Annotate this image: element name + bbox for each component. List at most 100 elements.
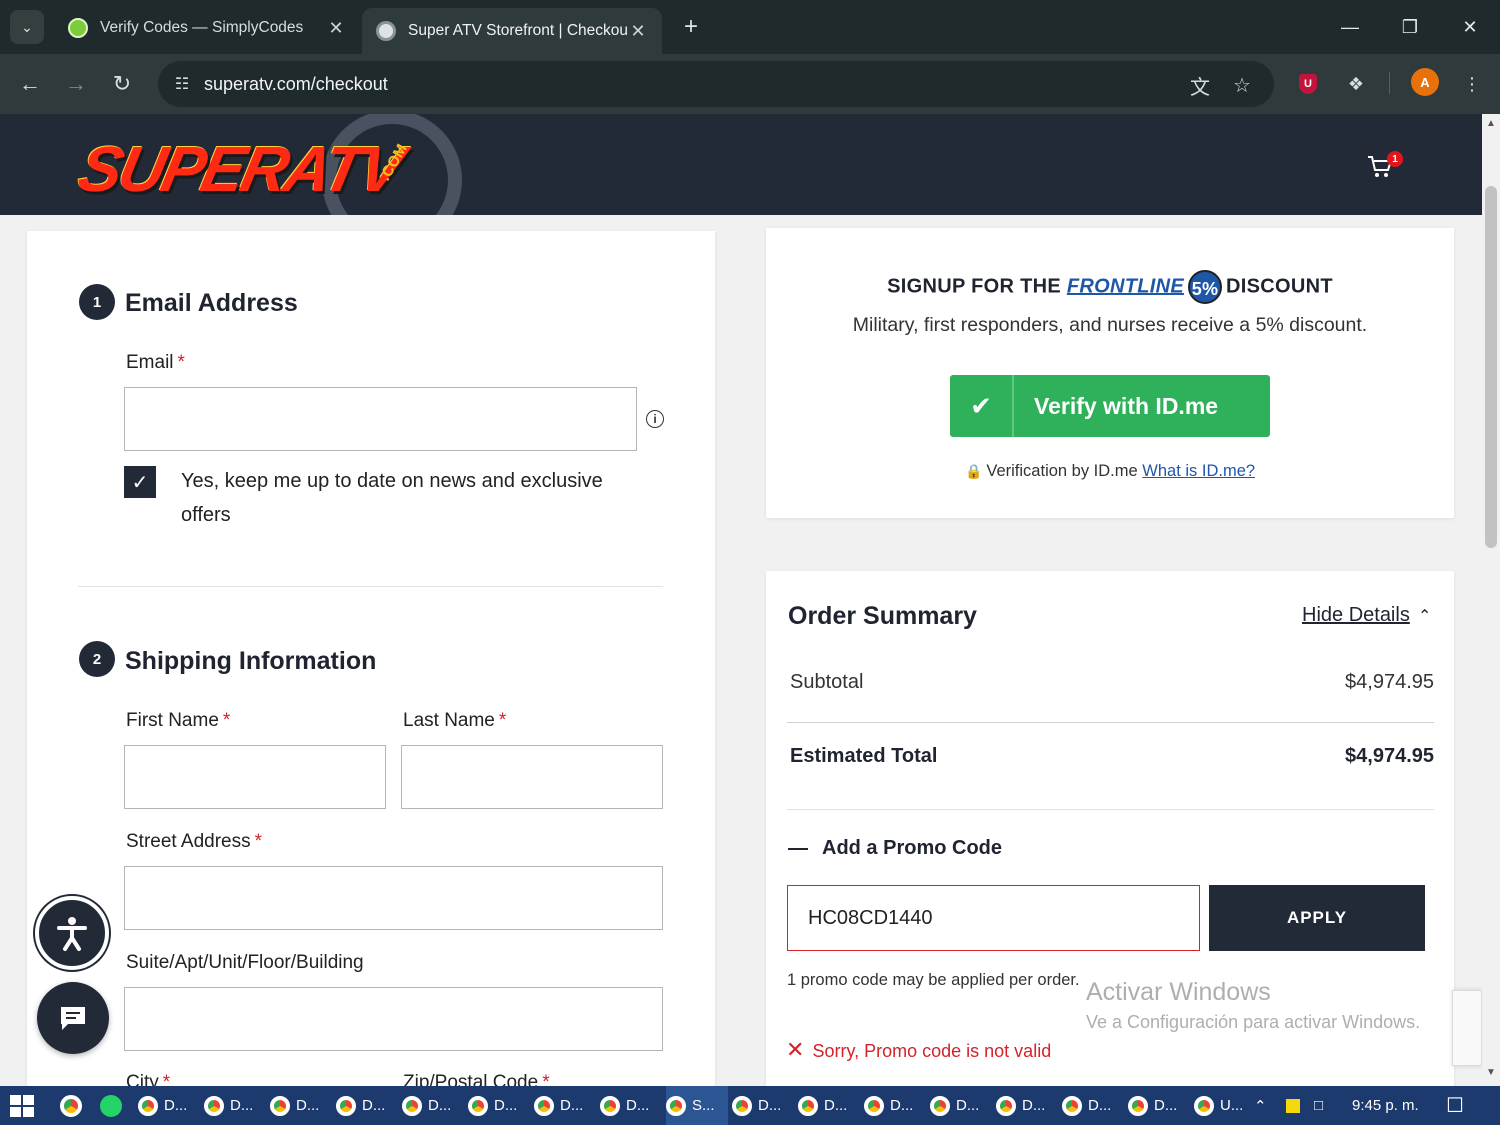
- frontline-description: Military, first responders, and nurses r…: [852, 314, 1368, 336]
- minimize-button[interactable]: —: [1330, 10, 1370, 44]
- site-settings-icon[interactable]: ☷: [168, 70, 196, 98]
- first-name-input[interactable]: [124, 745, 386, 809]
- forward-arrow-icon[interactable]: →: [60, 68, 92, 100]
- chrome-window-icon: [468, 1095, 488, 1116]
- taskbar-window-item[interactable]: D...: [732, 1086, 794, 1125]
- profile-avatar[interactable]: A: [1411, 68, 1439, 96]
- close-icon[interactable]: ✕: [628, 21, 648, 42]
- restore-button[interactable]: ❐: [1390, 10, 1430, 44]
- hide-details-link[interactable]: Hide Details: [1302, 604, 1410, 627]
- taskbar-item-label: D...: [758, 1097, 782, 1114]
- taskbar-window-item[interactable]: D...: [270, 1086, 332, 1125]
- cart-count-badge: 1: [1387, 151, 1403, 167]
- subtotal-value: $4,974.95: [1345, 671, 1434, 693]
- minus-icon: [788, 847, 808, 850]
- taskbar-item-label: D...: [956, 1097, 980, 1114]
- chrome-window-icon: [1194, 1095, 1214, 1116]
- last-name-label: Last Name *: [403, 710, 507, 731]
- email-input[interactable]: [124, 387, 637, 451]
- taskbar-window-item[interactable]: S...: [666, 1086, 728, 1125]
- newsletter-checkbox[interactable]: ✓: [124, 466, 156, 498]
- chrome-window-icon: [402, 1095, 422, 1116]
- scrollbar-thumb[interactable]: [1485, 186, 1497, 548]
- bookmark-star-icon[interactable]: ☆: [1228, 71, 1256, 99]
- estimated-total-value: $4,974.95: [1345, 745, 1434, 767]
- tray-chevron-icon[interactable]: ⌃: [1254, 1086, 1267, 1125]
- new-tab-button[interactable]: +: [676, 12, 706, 42]
- taskbar-window-item[interactable]: D...: [798, 1086, 860, 1125]
- close-window-button[interactable]: ✕: [1450, 10, 1490, 44]
- taskbar-item-label: S...: [692, 1097, 715, 1114]
- info-icon[interactable]: i: [646, 410, 664, 428]
- taskbar-window-item[interactable]: D...: [336, 1086, 398, 1125]
- extensions-puzzle-icon[interactable]: ❖: [1340, 68, 1372, 100]
- email-label: Email *: [126, 352, 185, 373]
- chrome-window-icon: [930, 1095, 950, 1116]
- ublock-extension-icon[interactable]: U: [1292, 68, 1324, 100]
- first-name-label: First Name *: [126, 710, 231, 731]
- accessibility-button[interactable]: [35, 896, 109, 970]
- reload-icon[interactable]: ↻: [106, 68, 138, 100]
- tray-app-icon[interactable]: [1286, 1086, 1300, 1125]
- promo-code-input[interactable]: HC08CD1440: [787, 885, 1200, 951]
- close-icon[interactable]: ✕: [326, 18, 346, 39]
- taskbar-window-item[interactable]: D...: [930, 1086, 992, 1125]
- order-summary-title: Order Summary: [788, 602, 977, 630]
- chat-button[interactable]: [37, 982, 109, 1054]
- back-arrow-icon[interactable]: ←: [14, 68, 46, 100]
- taskbar-window-item[interactable]: D...: [468, 1086, 530, 1125]
- chevron-up-icon[interactable]: ⌃: [1418, 606, 1431, 626]
- taskbar-window-item[interactable]: D...: [996, 1086, 1058, 1125]
- suite-input[interactable]: [124, 987, 663, 1051]
- chat-bubble-icon: [61, 1007, 85, 1030]
- verify-idme-button[interactable]: ✔ Verify with ID.me: [950, 375, 1270, 437]
- tab-search-button[interactable]: ⌄: [10, 10, 44, 44]
- scroll-up-arrow-icon[interactable]: ▲: [1486, 118, 1496, 129]
- chrome-window-icon: [798, 1095, 818, 1116]
- address-bar[interactable]: ☷ superatv.com/checkout 文 ☆: [158, 61, 1274, 107]
- windows-start-icon[interactable]: [10, 1095, 34, 1117]
- chevron-down-icon: ⌄: [21, 18, 33, 35]
- last-name-input[interactable]: [401, 745, 663, 809]
- chrome-window-icon: [336, 1095, 356, 1116]
- site-header: SUPERATV .COM: [0, 114, 1482, 215]
- taskbar-window-item[interactable]: D...: [138, 1086, 200, 1125]
- scroll-down-arrow-icon[interactable]: ▼: [1486, 1067, 1496, 1078]
- what-is-idme-link[interactable]: What is ID.me?: [1142, 462, 1255, 480]
- chrome-window-icon: [864, 1095, 884, 1116]
- translate-icon[interactable]: 文: [1186, 71, 1214, 99]
- idme-note: 🔒 Verification by ID.me What is ID.me?: [964, 462, 1256, 480]
- chrome-pinned-icon[interactable]: [60, 1095, 82, 1117]
- tab-simplycodes[interactable]: Verify Codes — SimplyCodes ✕: [54, 8, 360, 48]
- tab-superatv[interactable]: Super ATV Storefront | Checkout ✕: [362, 8, 662, 54]
- street-address-input[interactable]: [124, 866, 663, 930]
- taskbar-window-item[interactable]: U...: [1194, 1086, 1256, 1125]
- chrome-window-icon: [534, 1095, 554, 1116]
- whatsapp-icon[interactable]: [100, 1095, 122, 1117]
- taskbar-window-item[interactable]: D...: [534, 1086, 596, 1125]
- promo-error-message: ✕ Sorry, Promo code is not valid: [786, 1037, 1052, 1062]
- taskbar-item-label: D...: [428, 1097, 452, 1114]
- taskbar-window-item[interactable]: D...: [600, 1086, 662, 1125]
- taskbar-window-item[interactable]: D...: [204, 1086, 266, 1125]
- taskbar-window-item[interactable]: D...: [1128, 1086, 1190, 1125]
- taskbar-clock[interactable]: 9:45 p. m.: [1352, 1086, 1419, 1125]
- network-icon[interactable]: □: [1314, 1086, 1323, 1125]
- taskbar-window-item[interactable]: D...: [1062, 1086, 1124, 1125]
- more-menu-icon[interactable]: ⋮: [1456, 68, 1488, 100]
- recaptcha-badge[interactable]: [1452, 990, 1482, 1066]
- error-x-icon: ✕: [786, 1037, 805, 1062]
- taskbar-item-label: D...: [296, 1097, 320, 1114]
- chrome-window-icon: [996, 1095, 1016, 1116]
- promo-code-toggle[interactable]: Add a Promo Code: [788, 837, 1002, 860]
- taskbar-window-item[interactable]: D...: [864, 1086, 926, 1125]
- windows-taskbar: D... D... D... D... D... D... D... D... S... D...…: [0, 1086, 1500, 1125]
- simplycodes-favicon-icon: [68, 18, 88, 38]
- browser-toolbar: ← → ↻ ☷ superatv.com/checkout 文 ☆ U ❖ ⋮: [0, 54, 1500, 114]
- taskbar-item-label: D...: [362, 1097, 386, 1114]
- taskbar-window-item[interactable]: D...: [402, 1086, 464, 1125]
- notifications-icon[interactable]: ☐: [1446, 1086, 1464, 1125]
- superatv-logo[interactable]: SUPERATV: [72, 132, 407, 206]
- apply-promo-button[interactable]: APPLY: [1209, 885, 1425, 951]
- newsletter-label: Yes, keep me up to date on news and excl…: [181, 470, 603, 526]
